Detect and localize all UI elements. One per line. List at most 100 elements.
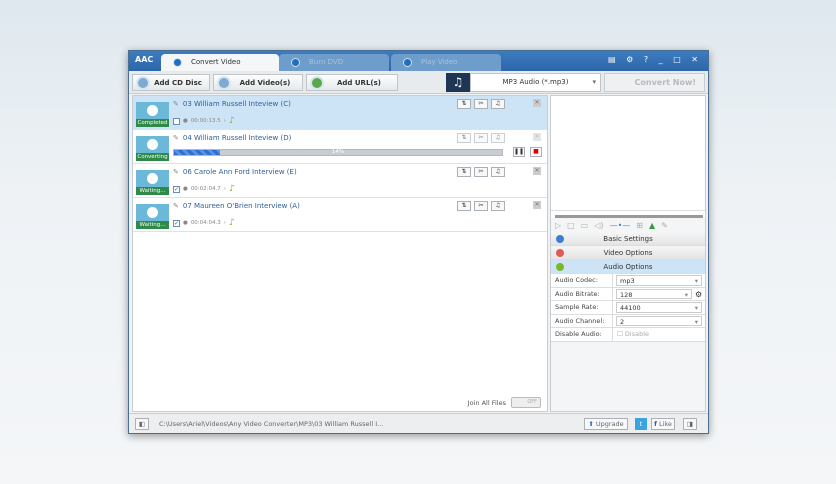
- title-bar: AAC Convert Video Burn DVD Play Video ▤ …: [129, 51, 708, 71]
- play-icon: [403, 58, 412, 67]
- status-badge: Completed: [136, 119, 169, 127]
- pause-button[interactable]: ❚❚: [513, 147, 525, 157]
- output-format-select[interactable]: MP3 Audio (*.mp3) ▾: [470, 73, 601, 92]
- tab-play-video[interactable]: Play Video: [391, 54, 501, 71]
- list-item[interactable]: Waiting... ✎ 06 Carole Ann Ford Interview…: [133, 164, 547, 198]
- stop-button[interactable]: ■: [530, 147, 542, 157]
- prop-label: Audio Channel:: [551, 314, 613, 327]
- audio-channel-select[interactable]: 2 ▾: [616, 315, 702, 326]
- toolbar: Add CD Disc Add Video(s) Add URL(s) ♫ MP…: [129, 71, 708, 94]
- effects-icon[interactable]: ♫: [491, 167, 505, 177]
- file-name[interactable]: 06 Carole Ann Ford Interview (E): [183, 168, 297, 176]
- twitter-icon[interactable]: t: [635, 418, 647, 430]
- effects-icon[interactable]: ♫: [491, 201, 505, 211]
- status-badge: Waiting...: [136, 187, 169, 195]
- label: Add CD Disc: [154, 78, 202, 87]
- upgrade-button[interactable]: ⬆ Upgrade: [584, 418, 628, 430]
- chevron-down-icon: ▾: [694, 304, 698, 312]
- basic-settings-section[interactable]: Basic Settings: [551, 232, 705, 246]
- volume-slider[interactable]: —•—: [610, 221, 631, 230]
- gear-icon[interactable]: ⚙: [695, 288, 705, 301]
- thumbnail: Converting: [136, 136, 169, 161]
- join-toggle[interactable]: OFF: [511, 397, 541, 408]
- settings-icon[interactable]: ⇅: [457, 167, 471, 177]
- chevron-down-icon: ▾: [694, 277, 698, 285]
- add-url-button[interactable]: Add URL(s): [306, 74, 398, 91]
- add-cd-button[interactable]: Add CD Disc: [132, 74, 210, 91]
- checkbox[interactable]: [173, 117, 180, 125]
- list-item[interactable]: Completed ✎ 03 William Russell Inteview (…: [133, 96, 547, 130]
- edit-icon[interactable]: ✎: [173, 202, 179, 210]
- thumbnail: Waiting...: [136, 204, 169, 229]
- play-icon[interactable]: ▷: [555, 221, 561, 230]
- convert-now-button[interactable]: Convert Now!: [604, 73, 705, 92]
- chevron-down-icon: ▾: [694, 317, 698, 326]
- file-name[interactable]: 04 William Russell Inteview (D): [183, 134, 291, 142]
- checkbox[interactable]: ✓: [173, 185, 180, 193]
- facebook-icon: f: [654, 420, 657, 428]
- settings-icon: ⇅: [457, 133, 471, 143]
- audio-codec-select[interactable]: mp3 ▾: [616, 275, 702, 286]
- collapse-right-button[interactable]: ◨: [683, 418, 697, 430]
- edit-icon[interactable]: ✎: [173, 168, 179, 176]
- facebook-like-button[interactable]: f Like: [651, 418, 675, 430]
- seek-slider[interactable]: [551, 210, 705, 218]
- file-name[interactable]: 03 William Russell Inteview (C): [183, 100, 291, 108]
- progress-label: 14%: [331, 149, 345, 155]
- prop-value: mp3: [620, 277, 635, 285]
- remove-icon[interactable]: ✕: [533, 99, 541, 107]
- file-name[interactable]: 07 Maureen O'Brien Interview (A): [183, 202, 300, 210]
- edit-icon[interactable]: ✎: [173, 100, 179, 108]
- collapse-left-button[interactable]: ◧: [135, 418, 149, 430]
- audio-options-section[interactable]: Audio Options: [551, 260, 705, 274]
- player-controls: ▷ □ ▭ ◁) —•— ⊞ ▲ ✎: [551, 218, 705, 232]
- settings-icon[interactable]: ⇅: [457, 99, 471, 109]
- settings-icon[interactable]: ⇅: [457, 201, 471, 211]
- list-item[interactable]: Waiting... ✎ 07 Maureen O'Brien Interview…: [133, 198, 547, 232]
- edit-icon[interactable]: ✎: [173, 134, 179, 142]
- remove-icon[interactable]: ✕: [533, 201, 541, 209]
- fullscreen-icon[interactable]: ⊞: [636, 221, 643, 230]
- prop-value: 44100: [620, 304, 641, 312]
- remove-icon: ✕: [533, 133, 541, 141]
- checkbox[interactable]: ✓: [173, 219, 180, 227]
- volume-icon[interactable]: ◁): [594, 221, 603, 230]
- prop-value: 2: [620, 317, 625, 326]
- window-controls[interactable]: ▤ ⚙ ? _ □ ✕: [608, 55, 702, 64]
- chart-icon[interactable]: ▲: [649, 221, 655, 230]
- cut-icon: ✂: [474, 133, 488, 143]
- audio-bitrate-row: Audio Bitrate: 128 ▾ ⚙: [551, 287, 705, 301]
- cut-icon[interactable]: ✂: [474, 99, 488, 109]
- audio-note-icon: ♪: [228, 218, 235, 228]
- film-icon: [217, 76, 231, 90]
- output-path[interactable]: C:\Users\Ariel\Videos\Any Video Converte…: [159, 420, 383, 428]
- list-item[interactable]: Converting ✎ 04 William Russell Inteview …: [133, 130, 547, 164]
- snapshot-icon[interactable]: ▭: [581, 221, 589, 230]
- sample-rate-select[interactable]: 44100 ▾: [616, 302, 702, 313]
- tab-burn-dvd[interactable]: Burn DVD: [279, 54, 389, 71]
- basic-settings-icon: [556, 235, 564, 243]
- remove-icon[interactable]: ✕: [533, 167, 541, 175]
- thumbnail: Completed: [136, 102, 169, 127]
- audio-channel-row: Audio Channel: 2 ▾: [551, 314, 705, 328]
- disable-audio-row: Disable Audio: ☐ Disable: [551, 328, 705, 342]
- add-videos-button[interactable]: Add Video(s): [213, 74, 303, 91]
- sample-rate-row: Sample Rate: 44100 ▾: [551, 301, 705, 315]
- disable-audio-checkbox[interactable]: ☐ Disable: [613, 328, 649, 341]
- thumbnail: Waiting...: [136, 170, 169, 195]
- film-reel-icon: [147, 105, 158, 116]
- clock-icon: ●: [183, 118, 188, 124]
- convert-icon: [173, 58, 182, 67]
- tab-convert-video[interactable]: Convert Video: [161, 54, 279, 71]
- wrench-icon[interactable]: ✎: [661, 221, 668, 230]
- cd-icon: [136, 76, 150, 90]
- like-label: Like: [658, 420, 672, 428]
- video-options-section[interactable]: Video Options: [551, 246, 705, 260]
- progress-bar: 14%: [173, 149, 503, 156]
- preview-area: [551, 96, 705, 210]
- audio-bitrate-select[interactable]: 128 ▾: [616, 288, 692, 299]
- stop-icon[interactable]: □: [567, 221, 575, 230]
- cut-icon[interactable]: ✂: [474, 201, 488, 211]
- effects-icon[interactable]: ♫: [491, 99, 505, 109]
- cut-icon[interactable]: ✂: [474, 167, 488, 177]
